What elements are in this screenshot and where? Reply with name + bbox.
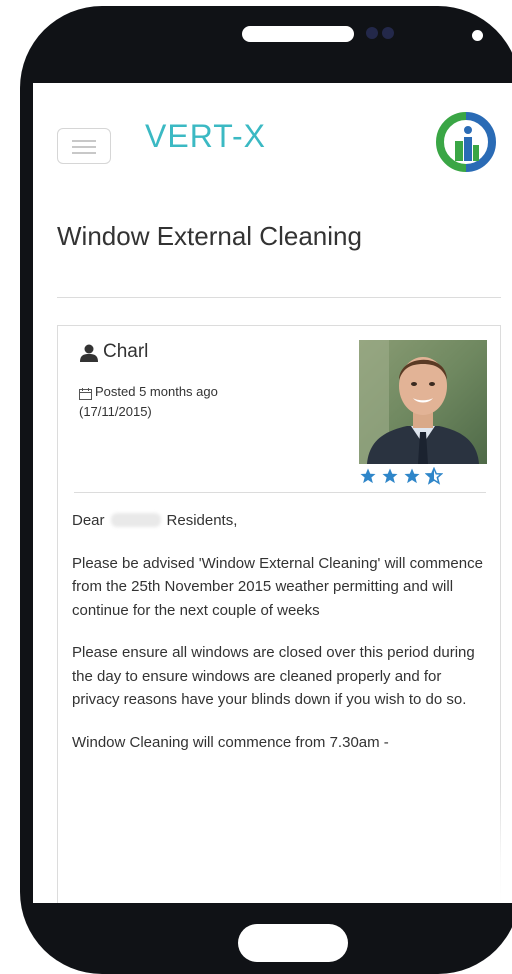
star-icon	[382, 468, 398, 484]
hamburger-icon	[72, 146, 96, 148]
star-half-icon	[425, 467, 443, 485]
phone-sensor-lens	[382, 27, 394, 39]
star-icon	[404, 468, 420, 484]
app-screen: VERT-X Window External Cleaning Charl Po…	[33, 83, 512, 903]
redacted-text	[110, 513, 161, 527]
phone-speaker	[242, 26, 354, 42]
menu-button[interactable]	[57, 128, 111, 164]
phone-home-button[interactable]	[238, 924, 348, 962]
post-date: (17/11/2015)	[79, 404, 152, 419]
user-icon	[80, 344, 98, 362]
divider	[74, 492, 486, 493]
post-timestamp: Posted 5 months ago	[95, 384, 218, 399]
post-paragraph: Please be advised 'Window External Clean…	[72, 554, 483, 619]
brand-logo-icon[interactable]	[435, 111, 497, 173]
post-card: Charl Posted 5 months ago (17/11/2015) D…	[57, 325, 502, 903]
content-fade	[58, 786, 502, 903]
post-paragraph: Window Cleaning will commence from 7.30a…	[72, 733, 389, 751]
greeting: Dear Residents,	[72, 509, 492, 533]
divider	[57, 297, 501, 298]
greeting-end: Residents,	[166, 512, 238, 529]
star-icon	[360, 468, 376, 484]
author-photo	[359, 340, 487, 464]
brand-name: VERT-X	[145, 118, 266, 154]
phone-front-sensor	[472, 30, 483, 41]
hamburger-icon	[72, 140, 96, 142]
hamburger-icon	[72, 152, 96, 154]
post-paragraph: Please ensure all windows are closed ove…	[72, 644, 475, 708]
page-title: Window External Cleaning	[57, 221, 362, 251]
post-body: Dear Residents, Please be advised 'Window…	[72, 509, 492, 773]
calendar-icon	[79, 388, 92, 400]
phone-camera	[366, 27, 378, 39]
post-author[interactable]: Charl	[103, 341, 148, 363]
author-rating	[359, 467, 443, 485]
greeting-start: Dear	[72, 512, 105, 529]
